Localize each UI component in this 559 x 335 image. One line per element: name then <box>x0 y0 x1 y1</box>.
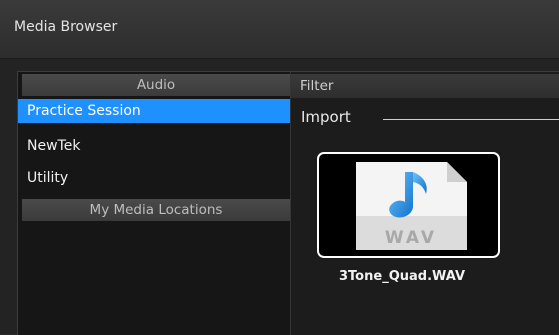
filter-label: Filter <box>300 78 334 94</box>
file-name-label: 3Tone_Quad.WAV <box>339 269 466 284</box>
wav-file-icon-text: WAV <box>385 228 437 248</box>
window-title: Media Browser <box>14 19 118 35</box>
sidebar-item-newtek[interactable]: NewTek <box>18 134 290 158</box>
sidebar-item-utility[interactable]: Utility <box>18 166 290 190</box>
file-thumbnail[interactable]: WAV <box>317 152 500 258</box>
browser-frame: Audio Practice Session NewTek Utility My… <box>17 71 559 335</box>
import-group-label: Import <box>301 108 351 126</box>
filter-bar[interactable]: Filter <box>291 74 559 98</box>
import-divider <box>383 119 559 120</box>
sidebar-item-practice-session[interactable]: Practice Session <box>18 99 290 123</box>
source-sidebar: Audio Practice Session NewTek Utility My… <box>18 72 291 335</box>
audio-section-header[interactable]: Audio <box>22 74 290 96</box>
my-media-locations-header[interactable]: My Media Locations <box>22 199 290 221</box>
wav-file-icon: WAV <box>356 162 467 250</box>
media-browser-panel: Audio Practice Session NewTek Utility My… <box>0 59 559 335</box>
file-pane: Filter Import WAV 3Tone_Quad.WAV <box>291 72 559 335</box>
title-bar: Media Browser <box>0 0 559 59</box>
